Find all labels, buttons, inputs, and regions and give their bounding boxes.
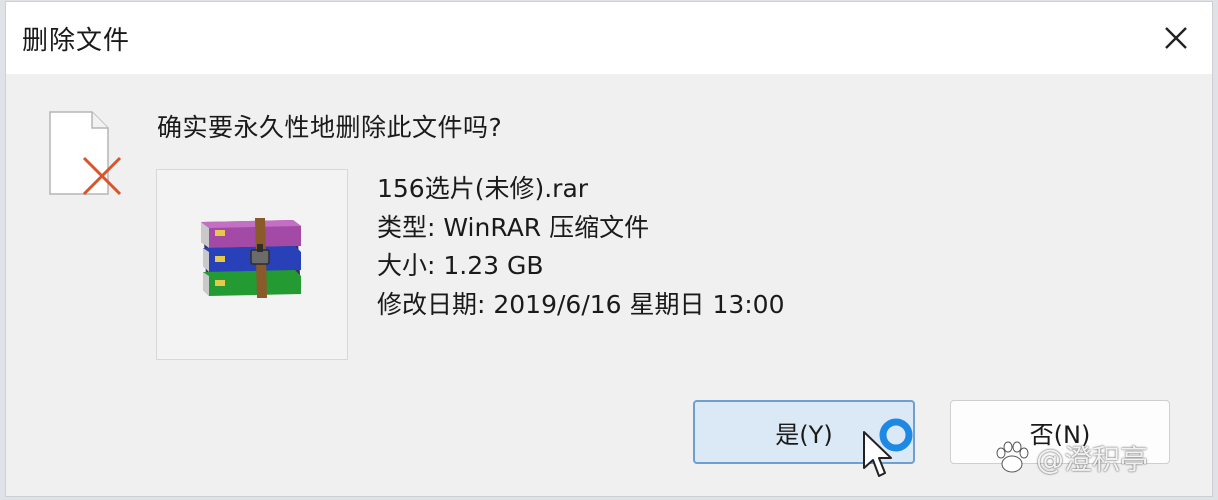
- file-delete-icon: [46, 110, 128, 202]
- file-type: 类型: WinRAR 压缩文件: [377, 212, 650, 242]
- file-size: 大小: 1.23 GB: [377, 251, 544, 280]
- close-icon[interactable]: [1154, 16, 1198, 60]
- file-modified: 修改日期: 2019/6/16 星期日 13:00: [377, 289, 785, 319]
- watermark-text: @澄积亭: [1036, 443, 1149, 476]
- mouse-pointer-icon: [863, 431, 892, 477]
- file-name: 156选片(未修).rar: [377, 174, 589, 203]
- confirm-question: 确实要永久性地删除此文件吗?: [157, 113, 503, 142]
- file-info: 156选片(未修).rar 类型: WinRAR 压缩文件 大小: 1.23 G…: [377, 170, 785, 324]
- dialog-title: 删除文件: [22, 26, 131, 56]
- winrar-archive-icon: [201, 218, 301, 298]
- title-bar: 删除文件: [6, 2, 1212, 74]
- file-thumbnail: [156, 169, 348, 360]
- paw-logo-icon: [996, 441, 1029, 473]
- watermark: @澄积亭: [994, 436, 1148, 480]
